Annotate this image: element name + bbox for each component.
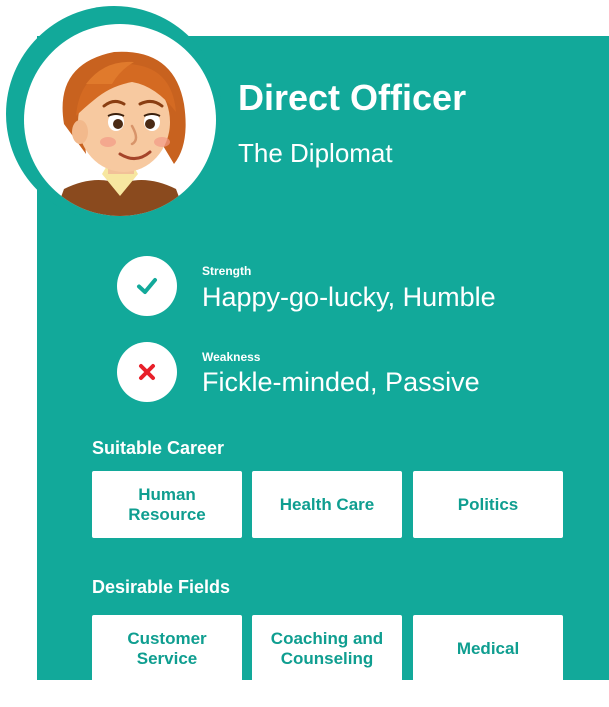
strength-value: Happy-go-lucky, Humble xyxy=(202,282,496,312)
avatar-ring xyxy=(6,6,222,222)
woman-avatar-illustration xyxy=(54,51,186,216)
cross-icon xyxy=(139,364,155,380)
career-chip: Health Care xyxy=(252,471,402,538)
field-chip: Coaching and Counseling xyxy=(252,615,402,682)
weakness-value: Fickle-minded, Passive xyxy=(202,367,480,397)
field-chip: Customer Service xyxy=(92,615,242,682)
check-icon xyxy=(137,278,157,294)
desirable-fields-title: Desirable Fields xyxy=(92,577,231,597)
strength-badge xyxy=(117,256,177,316)
profile-name: Direct Officer xyxy=(238,77,467,118)
avatar xyxy=(24,24,216,216)
strength-label: Strength xyxy=(202,264,252,278)
profile-subtitle: The Diplomat xyxy=(238,138,393,168)
career-chip: Politics xyxy=(413,471,563,538)
career-chip: Human Resource xyxy=(92,471,242,538)
weakness-label: Weakness xyxy=(202,350,261,364)
suitable-career-title: Suitable Career xyxy=(92,438,225,458)
field-chip: Medical xyxy=(413,615,563,682)
weakness-badge xyxy=(117,342,177,402)
